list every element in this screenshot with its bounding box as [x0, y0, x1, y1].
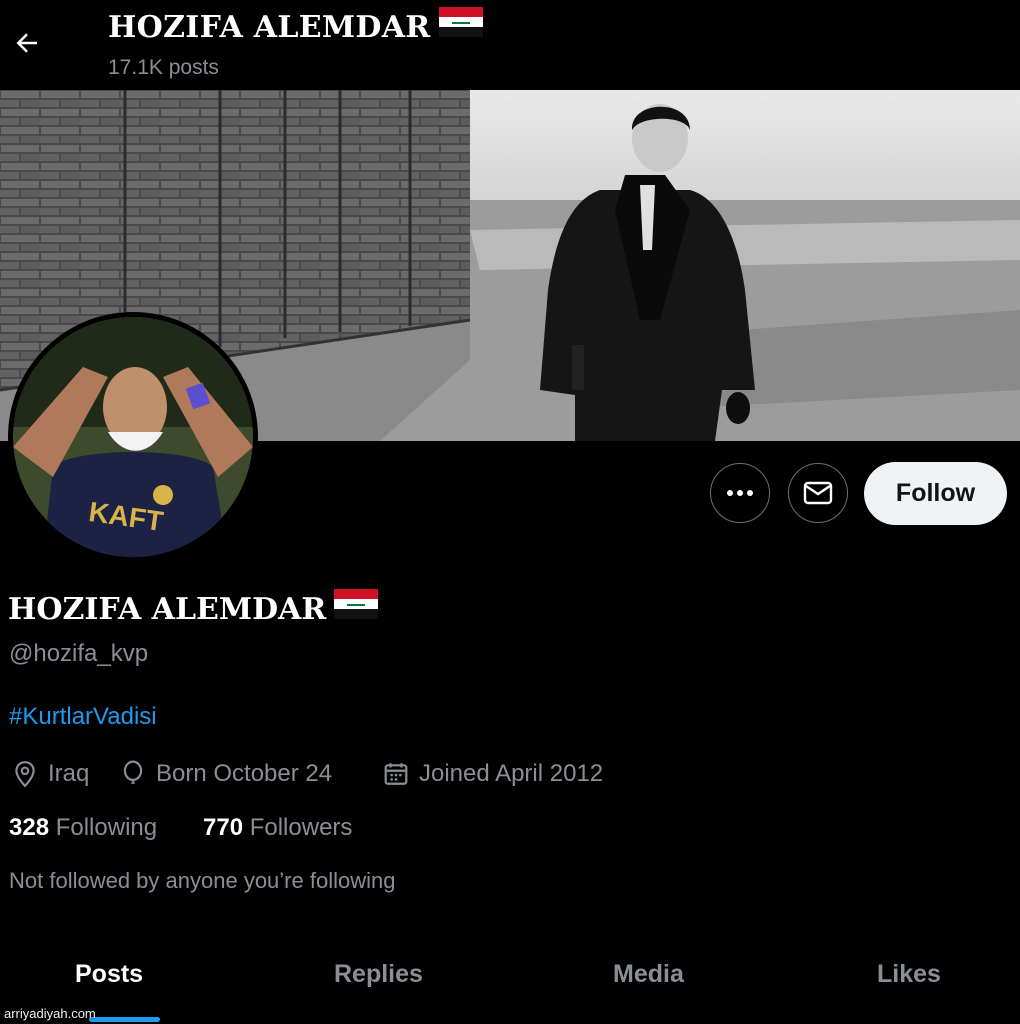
follow-button[interactable]: Follow — [864, 462, 1007, 525]
bio-hashtag-link[interactable]: #KurtlarVadisi — [9, 703, 157, 731]
posts-count: 17.1K posts — [108, 56, 219, 79]
location-info: Iraq — [12, 758, 89, 790]
location-pin-icon — [15, 761, 35, 788]
display-name: HOZIFA ALEMDAR — [8, 589, 379, 630]
tab-likes[interactable]: Likes — [877, 960, 941, 989]
active-tab-indicator — [89, 1017, 160, 1022]
followers-count-link[interactable]: 770 Followers — [203, 814, 352, 842]
back-button[interactable] — [8, 24, 46, 62]
iraq-flag-icon — [334, 589, 379, 627]
profile-header-bar: HOZIFA ALEMDAR 17.1K posts — [0, 0, 1020, 90]
message-button[interactable] — [788, 463, 848, 523]
following-count-link[interactable]: 328 Following — [9, 814, 157, 842]
tab-replies[interactable]: Replies — [334, 960, 423, 989]
joined-date-info: Joined April 2012 — [383, 758, 603, 790]
tab-posts[interactable]: Posts — [75, 960, 143, 989]
birthday-info: Born October 24 — [120, 758, 332, 790]
avatar-photo: KAFT — [13, 317, 253, 557]
iraq-flag-icon — [438, 7, 483, 45]
balloon-icon — [123, 760, 143, 784]
back-arrow-icon — [16, 33, 37, 53]
username-handle: @hozifa_kvp — [9, 640, 149, 667]
watermark: arriyadiyah.com — [4, 1006, 96, 1021]
tab-media[interactable]: Media — [613, 960, 684, 989]
mutual-followers-note: Not followed by anyone you’re following — [9, 868, 396, 893]
more-dots-icon — [727, 490, 753, 496]
header-title: HOZIFA ALEMDAR — [108, 7, 483, 48]
more-options-button[interactable] — [710, 463, 770, 523]
calendar-icon — [384, 763, 408, 785]
envelope-icon — [803, 481, 833, 505]
profile-avatar[interactable]: KAFT — [8, 312, 258, 562]
